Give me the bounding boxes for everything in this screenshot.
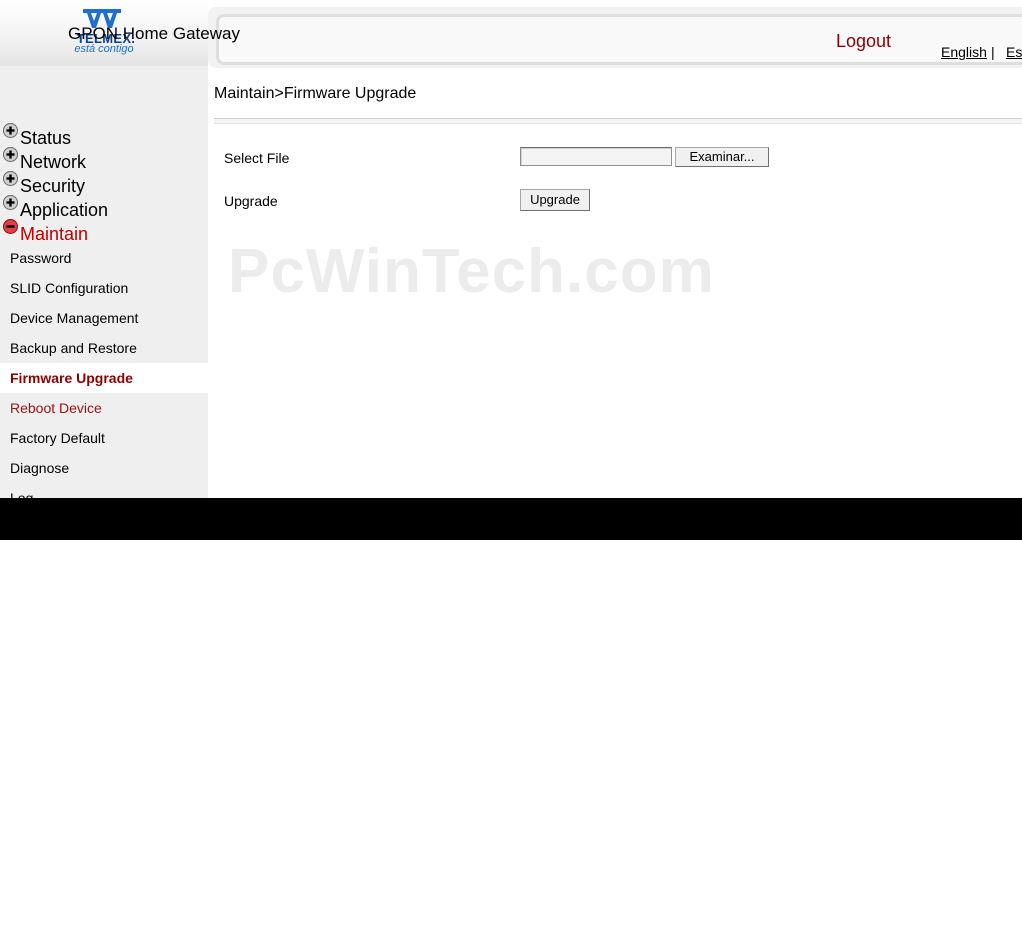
sidebar-item-factory-default[interactable]: Factory Default <box>0 423 208 453</box>
page-title: GPON Home Gateway <box>68 24 240 43</box>
plus-icon <box>3 123 18 138</box>
language-english-link[interactable]: English <box>941 44 987 60</box>
upgrade-label: Upgrade <box>224 193 278 209</box>
brand-tagline: está contigo <box>74 43 134 55</box>
sidebar: Status Network Security Application Main… <box>0 66 208 498</box>
watermark-text: PcWinTech.com <box>228 237 715 306</box>
sidebar-menu-label: Application <box>20 200 109 220</box>
sidebar-item-backup-and-restore[interactable]: Backup and Restore <box>0 333 208 363</box>
sidebar-item-password[interactable]: Password <box>0 243 208 273</box>
plus-icon <box>3 147 18 162</box>
divider <box>214 118 1022 124</box>
sidebar-menu-label: Maintain <box>20 224 89 244</box>
sidebar-item-reboot-device[interactable]: Reboot Device <box>0 393 208 423</box>
select-file-label: Select File <box>224 150 290 166</box>
sidebar-item-slid-configuration[interactable]: SLID Configuration <box>0 273 208 303</box>
sidebar-item-device-management[interactable]: Device Management <box>0 303 208 333</box>
black-bar <box>0 498 1022 540</box>
sidebar-item-log[interactable]: Log <box>0 483 208 498</box>
language-separator: | <box>991 44 995 60</box>
language-spanish-link[interactable]: Es <box>1006 44 1022 60</box>
sidebar-menu-label: Network <box>20 152 87 172</box>
plus-icon <box>3 171 18 186</box>
file-path-input[interactable] <box>520 147 672 166</box>
plus-icon <box>3 195 18 210</box>
sidebar-item-firmware-upgrade[interactable]: Firmware Upgrade <box>0 363 208 393</box>
router-admin-page: TELMEX. está contigo GPON Home Gateway L… <box>0 0 1022 498</box>
browse-button[interactable]: Examinar... <box>675 147 769 167</box>
header-panel <box>216 14 1022 65</box>
logout-link[interactable]: Logout <box>836 31 891 52</box>
sidebar-item-diagnose[interactable]: Diagnose <box>0 453 208 483</box>
breadcrumb: Maintain>Firmware Upgrade <box>214 85 417 102</box>
upgrade-button[interactable]: Upgrade <box>520 189 590 211</box>
sidebar-menu-label: Status <box>20 128 72 148</box>
minus-icon <box>3 219 18 234</box>
sidebar-menu-label: Security <box>20 176 86 196</box>
header-bar <box>208 7 1022 68</box>
